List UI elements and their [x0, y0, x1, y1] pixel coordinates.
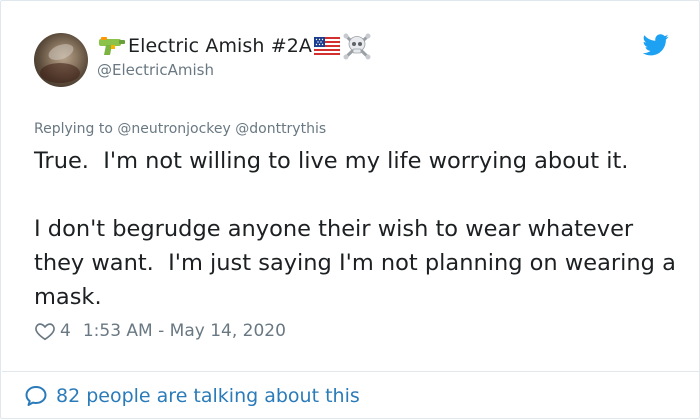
us-flag-icon	[314, 37, 341, 55]
mention-link[interactable]: @neutronjockey	[117, 121, 230, 137]
conversation-link[interactable]: 82 people are talking about this	[24, 381, 360, 411]
water-pistol-icon	[99, 37, 125, 55]
embedded-tweet-card: Electric Amish #2A @ElectricAmish Replyi…	[0, 0, 700, 419]
speech-bubble-icon	[25, 386, 47, 406]
replying-to-line: Replying to @neutronjockey @donttrythis	[34, 121, 326, 137]
avatar[interactable]	[34, 33, 88, 87]
mention-link[interactable]: @donttrythis	[235, 121, 326, 137]
author-name-row[interactable]: Electric Amish #2A	[97, 33, 372, 60]
like-count[interactable]: 4	[60, 321, 71, 341]
author-display-name: Electric Amish #2A	[128, 35, 313, 57]
footer-divider	[2, 371, 700, 372]
author-handle[interactable]: @ElectricAmish	[97, 61, 214, 79]
heart-icon[interactable]	[34, 320, 56, 342]
avatar-shadow	[40, 63, 80, 83]
avatar-highlight	[46, 40, 76, 64]
twitter-bird-icon[interactable]	[643, 34, 669, 56]
tweet-meta-row: 4 1:53 AM - May 14, 2020	[34, 319, 286, 343]
skull-crossbones-icon	[343, 33, 371, 60]
replying-prefix: Replying to	[34, 121, 113, 137]
tweet-text: True. I'm not willing to live my life wo…	[34, 148, 676, 310]
conversation-label[interactable]: 82 people are talking about this	[56, 385, 360, 407]
tweet-timestamp[interactable]: 1:53 AM - May 14, 2020	[83, 321, 286, 341]
